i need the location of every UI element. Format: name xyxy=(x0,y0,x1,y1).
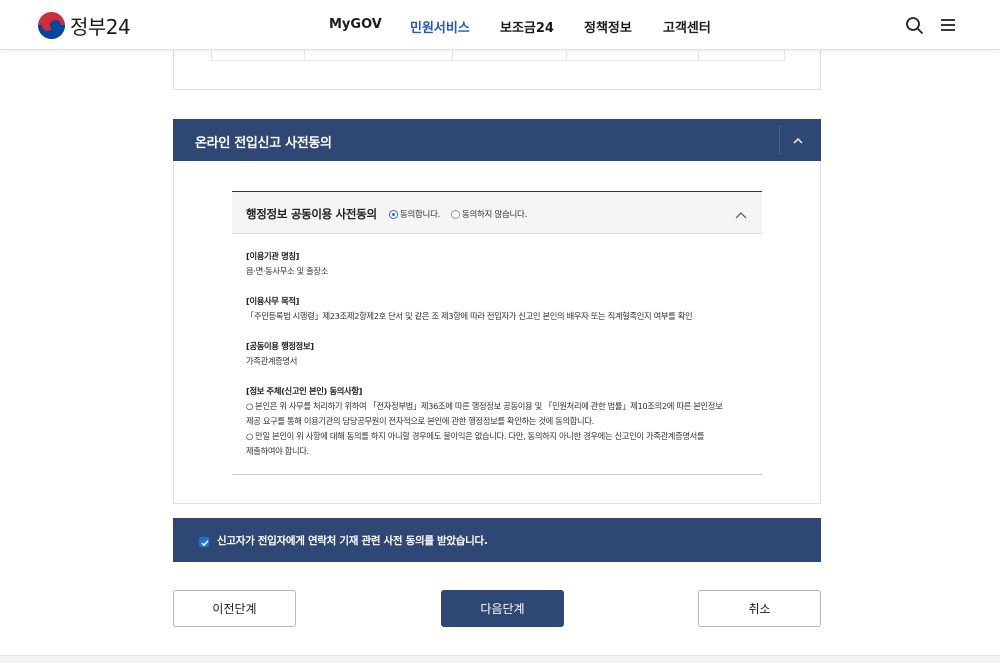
nav-item-mygov[interactable]: MyGOV xyxy=(329,17,382,32)
block-title: [이용기관 명칭] xyxy=(246,251,300,261)
consent-block: [공동이용 행정정보] 가족관계증명서 xyxy=(246,339,746,369)
logo[interactable]: 정부24 xyxy=(38,11,131,39)
disagree-radio-label: 동의하지 않습니다. xyxy=(462,210,527,220)
logo-text: 정부24 xyxy=(70,14,131,39)
section-divider xyxy=(779,125,780,155)
consent-header: 행정정보 공동이용 사전동의 동의합니다. 동의하지 않습니다. xyxy=(232,192,762,234)
contact-consent-bar: 신고자가 전입자에게 연락처 기재 관련 사전 동의를 받았습니다. xyxy=(173,518,821,562)
footer-strip xyxy=(0,655,1000,663)
disagree-radio-indicator[interactable] xyxy=(451,209,460,219)
block-title: [정보 주체(신고인 본인) 동의사항] xyxy=(246,386,363,396)
consent-block: [이용사무 목적] 「주민등록법 시행령」제23조제2항제2호 단서 및 같은 … xyxy=(246,294,746,324)
contact-consent-checkbox[interactable] xyxy=(199,537,209,547)
section-title: 온라인 전입신고 사전동의 xyxy=(195,136,332,151)
block-text: ○ 만일 본인이 위 사항에 대해 동의를 하지 아니할 경우에도 불이익은 없… xyxy=(246,431,705,441)
consent-block: [이용기관 명칭] 읍·면·동사무소 및 출장소 xyxy=(246,249,746,279)
prev-step-button[interactable]: 이전단계 xyxy=(173,590,296,627)
nav-item-civil-service[interactable]: 민원서비스 xyxy=(410,17,470,36)
block-text: 읍·면·동사무소 및 출장소 xyxy=(246,266,328,276)
consent-block: [정보 주체(신고인 본인) 동의사항] ○ 본인은 위 사무를 처리하기 위하… xyxy=(246,384,746,459)
block-text: ○ 본인은 위 사무를 처리하기 위하여 「전자정부법」제36조에 따른 행정정… xyxy=(246,401,723,411)
chevron-up-icon[interactable] xyxy=(791,133,805,147)
block-text: 가족관계증명서 xyxy=(246,356,297,366)
block-title: [이용사무 목적] xyxy=(246,296,300,306)
consent-body: [이용기관 명칭] 읍·면·동사무소 및 출장소 [이용사무 목적] 「주민등록… xyxy=(246,249,746,459)
taegeuk-logo-icon xyxy=(38,11,65,39)
search-icon[interactable] xyxy=(903,14,925,36)
nav-item-subsidy24[interactable]: 보조금24 xyxy=(500,17,554,36)
nav-item-policy-info[interactable]: 정책정보 xyxy=(584,17,632,36)
cancel-button[interactable]: 취소 xyxy=(698,590,821,627)
block-text: 「주민등록법 시행령」제23조제2항제2호 단서 및 같은 조 제3항에 따라 … xyxy=(246,311,693,321)
chevron-up-icon[interactable] xyxy=(734,206,748,219)
contact-consent-label[interactable]: 신고자가 전입자에게 연락처 기재 관련 사전 동의를 받았습니다. xyxy=(217,533,488,548)
block-text: 제출하여야 합니다. xyxy=(246,446,309,456)
block-title: [공동이용 행정정보] xyxy=(246,341,314,351)
menu-icon[interactable] xyxy=(937,14,959,36)
agree-radio[interactable]: 동의합니다. xyxy=(389,208,440,220)
top-header: 정부24 MyGOV 민원서비스 보조금24 정책정보 고객센터 xyxy=(0,0,1000,50)
next-step-button[interactable]: 다음단계 xyxy=(441,590,564,627)
consent-title: 행정정보 공동이용 사전동의 xyxy=(246,207,377,221)
disagree-radio[interactable]: 동의하지 않습니다. xyxy=(451,208,527,220)
section-header-online-move-in-consent[interactable]: 온라인 전입신고 사전동의 xyxy=(173,119,821,161)
block-text: 제공 요구를 통해 이용기관의 담당공무원이 전자적으로 본인에 관한 행정정보… xyxy=(246,416,594,426)
agree-radio-label: 동의합니다. xyxy=(400,210,441,220)
agree-radio-indicator[interactable] xyxy=(389,209,398,219)
table-remnant xyxy=(211,50,785,61)
nav-item-customer-center[interactable]: 고객센터 xyxy=(663,17,711,36)
consent-panel: 행정정보 공동이용 사전동의 동의합니다. 동의하지 않습니다. [이용기관 명… xyxy=(232,191,762,475)
